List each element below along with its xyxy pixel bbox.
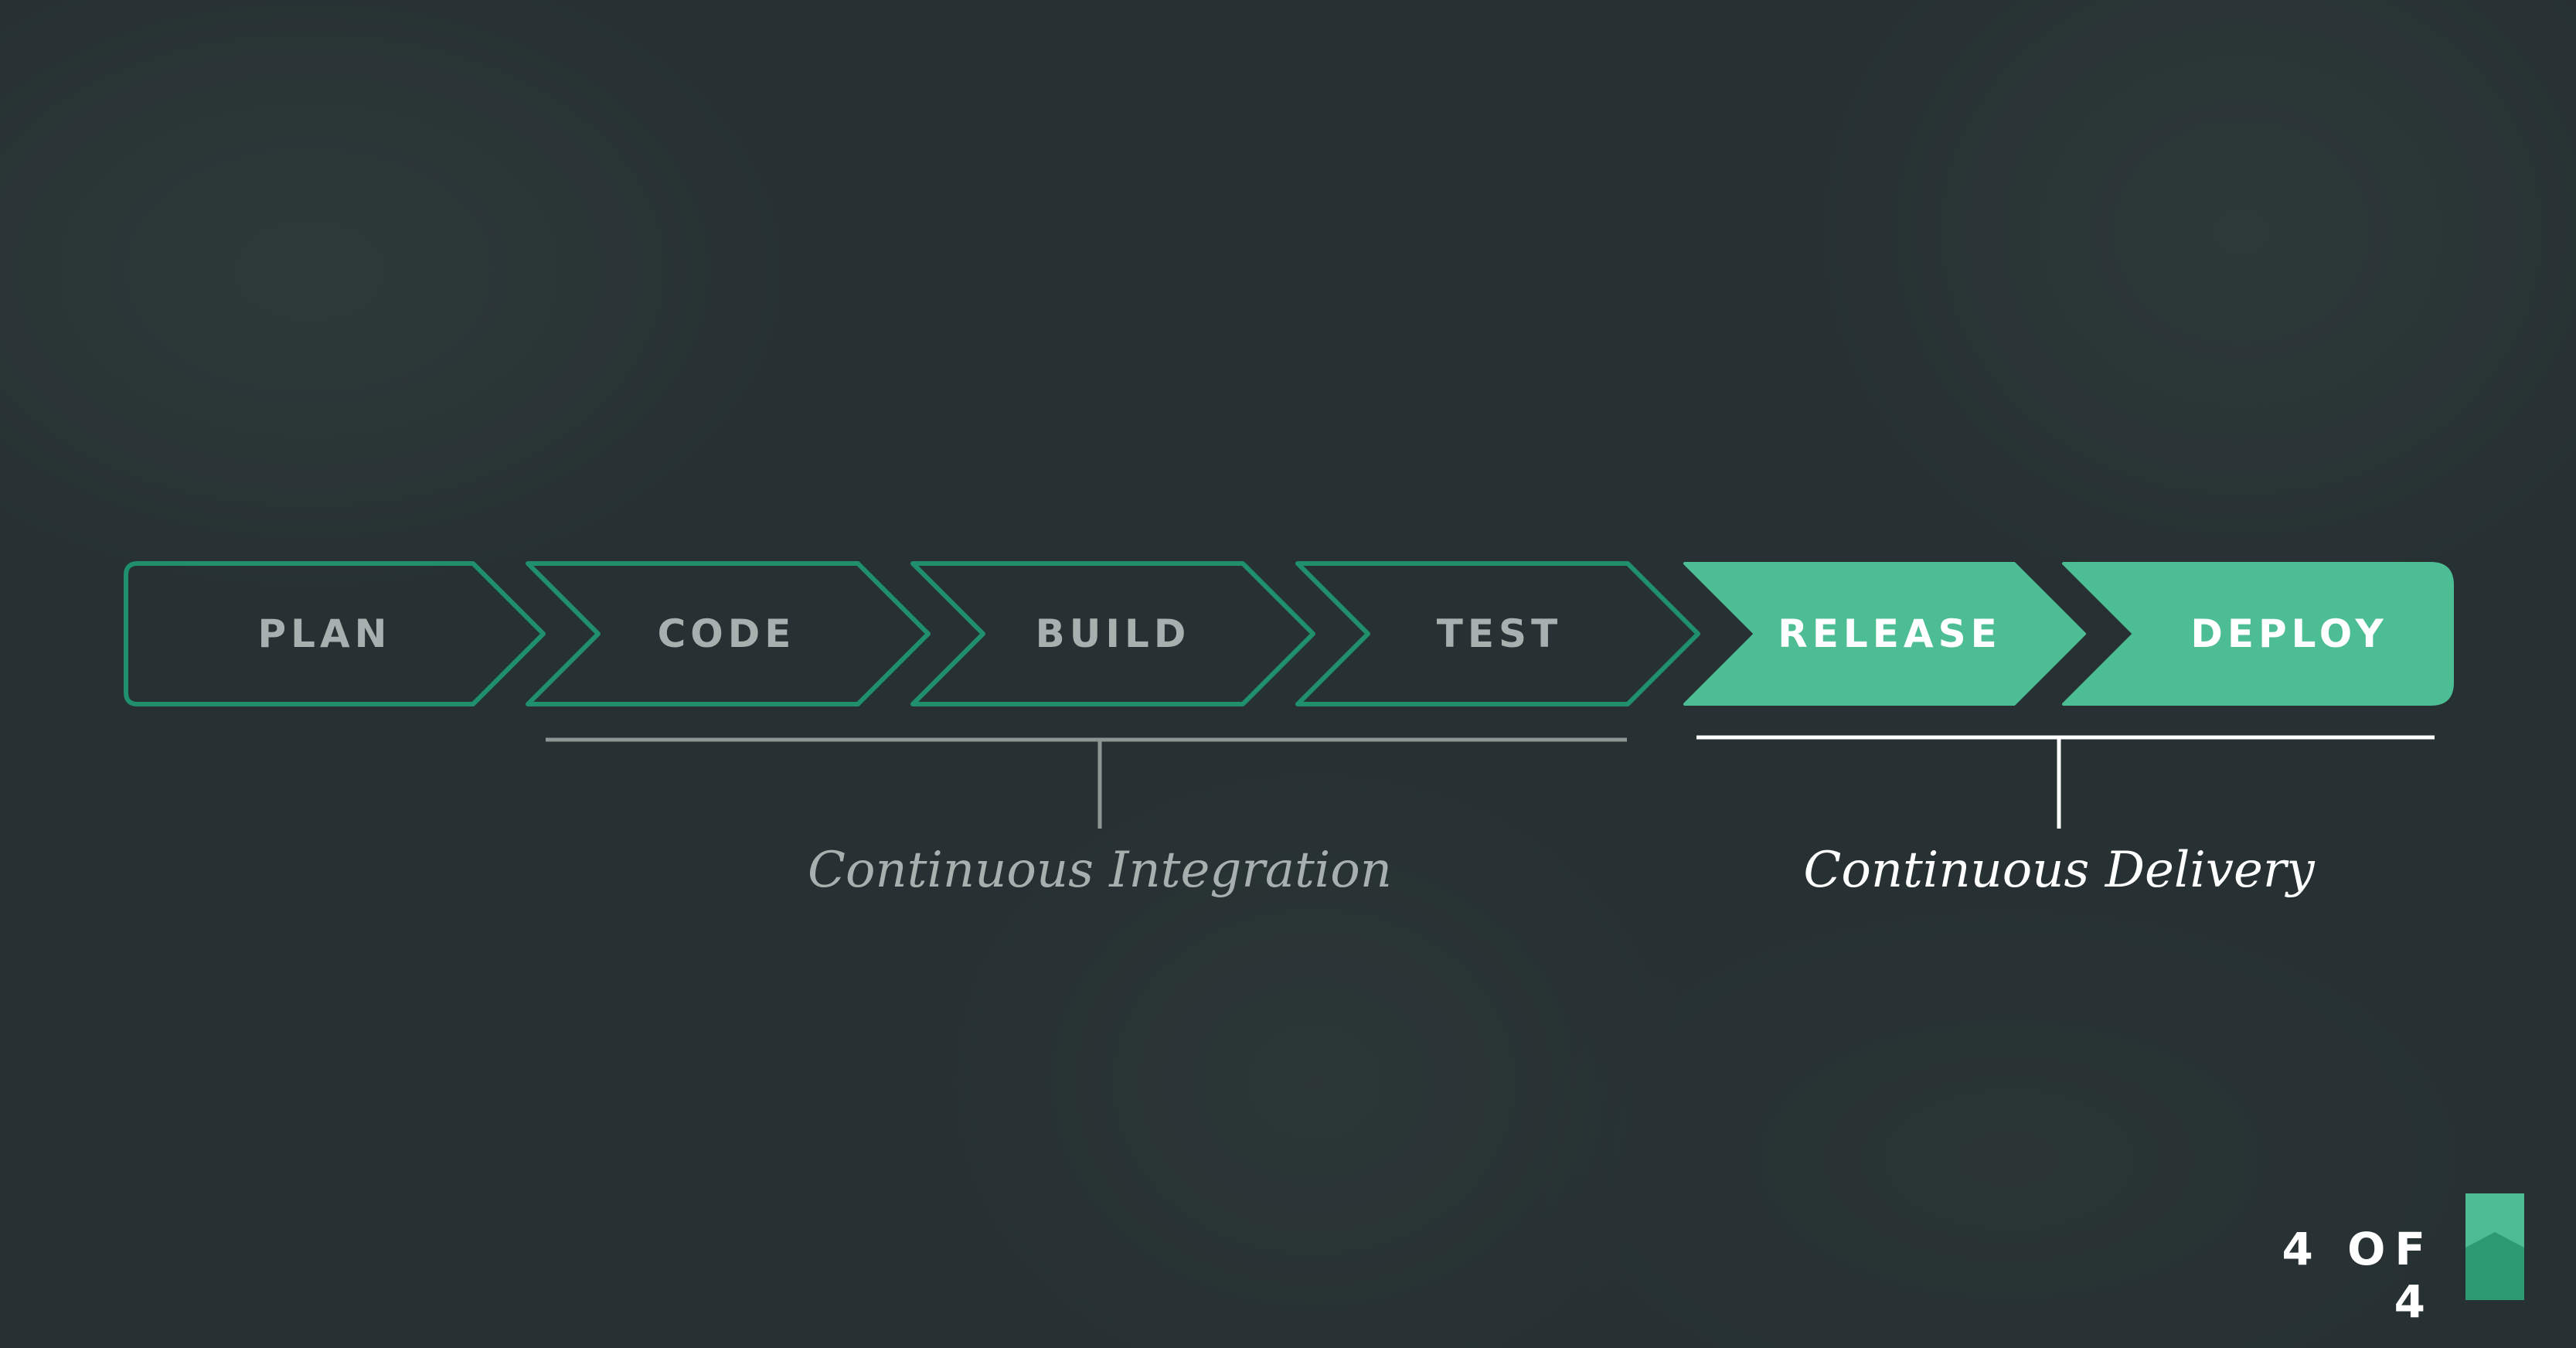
step-label-plan: PLAN — [257, 611, 391, 656]
group-label-ci: Continuous Integration — [808, 842, 1392, 899]
step-label-code: CODE — [658, 611, 796, 656]
pipeline-diagram: PLAN CODE BUILD TEST RELEASE DEPLOY Cont… — [124, 561, 2454, 899]
page-indicator: 4 OF 4 — [2282, 1223, 2435, 1328]
step-label-test: TEST — [1437, 611, 1562, 656]
step-label-deploy: DEPLOY — [2190, 611, 2387, 656]
cd-bracket — [1696, 735, 2435, 829]
bookmark-icon — [2465, 1193, 2524, 1300]
step-label-release: RELEASE — [1778, 611, 2002, 656]
group-label-cd: Continuous Delivery — [1803, 842, 2315, 899]
step-label-build: BUILD — [1036, 611, 1191, 656]
ci-bracket — [546, 737, 1627, 829]
slide: PLAN CODE BUILD TEST RELEASE DEPLOY Cont… — [0, 0, 2576, 1348]
